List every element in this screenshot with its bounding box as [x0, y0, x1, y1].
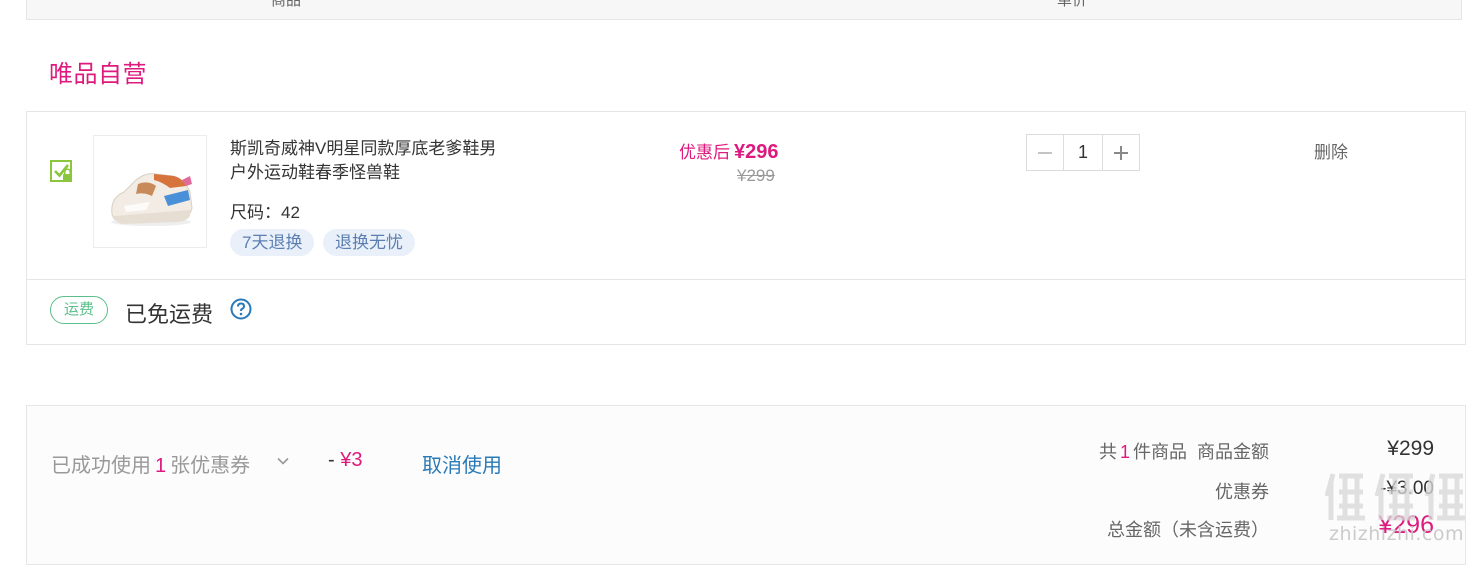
- goods-count-label: 共 1 件商品 商品金额: [1099, 438, 1269, 464]
- tag-worry-free-return: 退换无忧: [323, 229, 415, 256]
- coupon-amount-value: ¥3: [340, 449, 363, 471]
- minus-icon: [1038, 151, 1052, 154]
- coupon-amount-prefix: -: [328, 449, 335, 471]
- shipping-badge: 运费: [50, 296, 108, 324]
- product-name[interactable]: 斯凯奇威神V明星同款厚底老爹鞋男户外运动鞋春季怪兽鞋: [230, 137, 510, 185]
- goods-amount-label: 商品金额: [1197, 442, 1269, 462]
- count-suffix: 件商品: [1132, 442, 1187, 462]
- price-after-discount: 优惠后 ¥296: [679, 138, 779, 164]
- store-title: 唯品自营: [49, 61, 147, 88]
- decrease-button[interactable]: [1027, 135, 1063, 170]
- goods-amount-value: ¥299: [1387, 437, 1434, 460]
- price-after-label: 优惠后: [679, 143, 730, 162]
- coupon-count: 1: [155, 455, 167, 477]
- tag-7day-return: 7天退换: [230, 229, 315, 256]
- price-original: ¥299: [737, 166, 775, 185]
- delete-button[interactable]: 删除: [1314, 138, 1348, 163]
- count-prefix: 共: [1098, 442, 1117, 462]
- quantity-input[interactable]: 1: [1063, 135, 1103, 170]
- coupon-used-text: 已成功使用 1 张优惠券: [51, 449, 250, 478]
- price-after-value: ¥296: [734, 141, 779, 163]
- total-label: 总金额（未含运费）: [1107, 520, 1269, 540]
- coupon-prefix: 已成功使用: [51, 455, 151, 477]
- coupon-summary-label: 优惠券: [1215, 482, 1269, 502]
- sneaker-image: [111, 173, 193, 226]
- coupon-suffix: 张优惠券: [170, 455, 251, 477]
- chevron-down-icon[interactable]: [276, 454, 290, 468]
- checkbox-checked-icon: [50, 160, 72, 182]
- quantity-stepper: 1: [1026, 134, 1140, 171]
- watermark-text: zhizhizhi.com: [1329, 523, 1465, 545]
- header-product: 商品: [271, 0, 302, 9]
- question-circle-icon[interactable]: [230, 298, 252, 320]
- goods-count: 1: [1119, 442, 1130, 462]
- header-price: 单价: [1057, 0, 1088, 9]
- cancel-coupon-link[interactable]: 取消使用: [422, 449, 502, 478]
- product-size: 尺码：42: [230, 203, 300, 222]
- increase-button[interactable]: [1103, 135, 1139, 170]
- shipping-status: 已免运费: [125, 302, 214, 327]
- divider: [27, 279, 1465, 280]
- plus-icon: [1114, 145, 1128, 160]
- product-image[interactable]: [93, 135, 207, 248]
- table-header: 商品 单价: [26, 0, 1462, 20]
- coupon-discount: - ¥3: [328, 449, 362, 472]
- item-checkbox[interactable]: [50, 160, 74, 184]
